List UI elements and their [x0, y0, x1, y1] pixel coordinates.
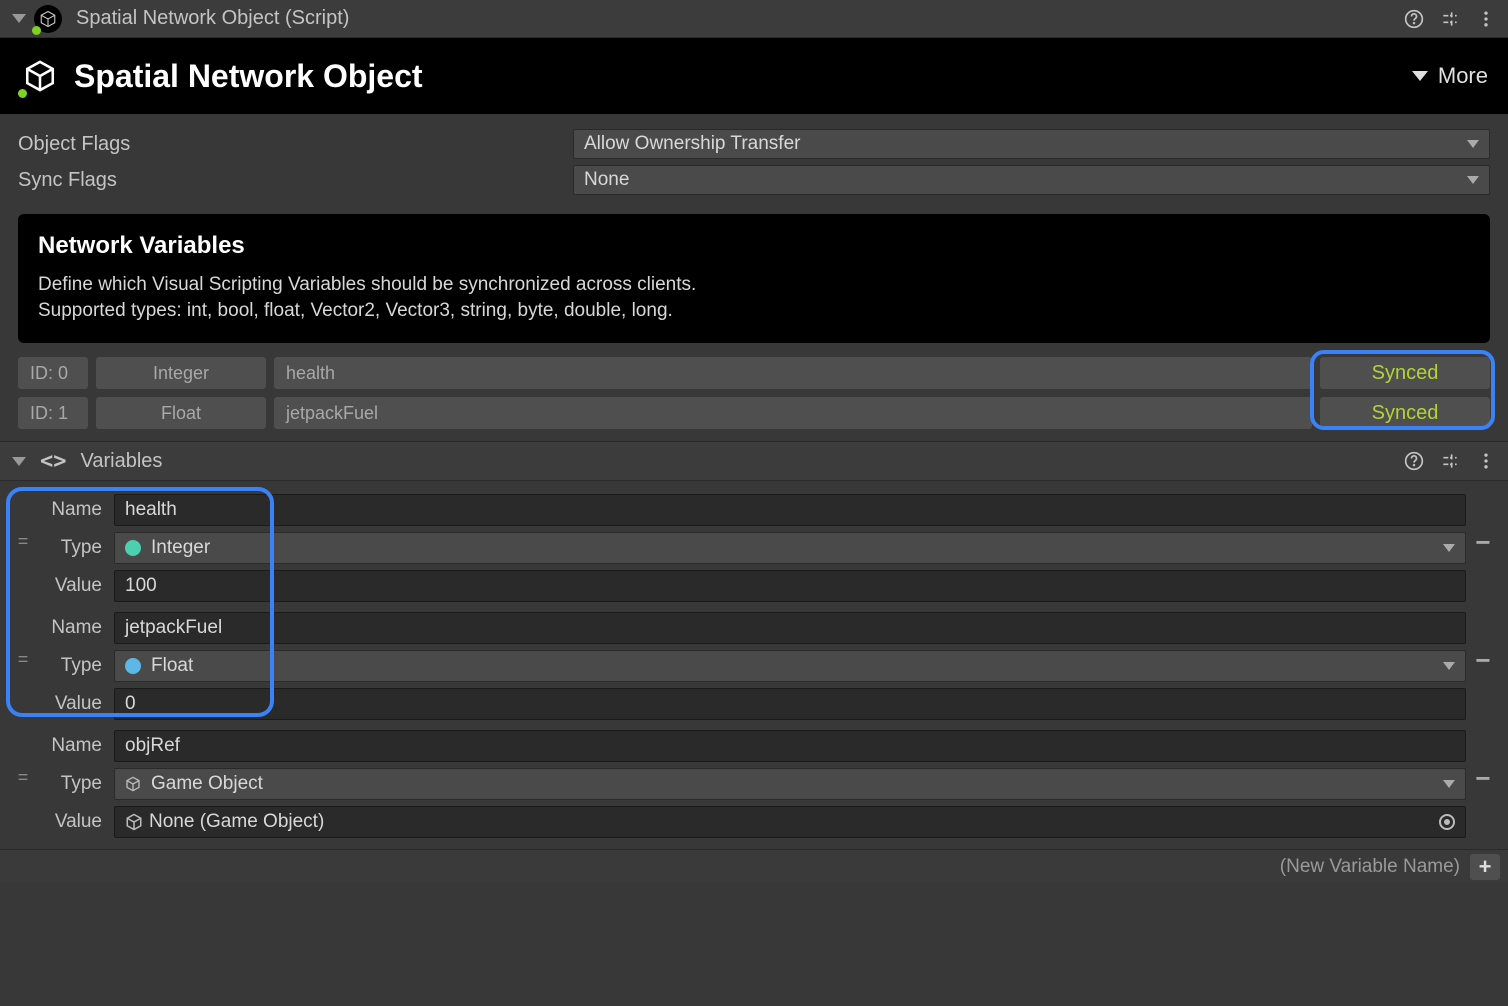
remove-variable-button[interactable]: − — [1466, 491, 1500, 558]
type-integer-icon — [125, 540, 141, 556]
var-name-input[interactable]: objRef — [114, 730, 1466, 762]
var-type-value: Game Object — [151, 773, 263, 795]
menu-icon[interactable] — [1476, 9, 1496, 29]
object-flags-label: Object Flags — [18, 133, 563, 156]
var-type-dropdown[interactable]: Float — [114, 650, 1466, 682]
object-flags-value: Allow Ownership Transfer — [584, 133, 800, 155]
netvar-status: Synced — [1320, 397, 1490, 429]
variables-header: <> Variables — [0, 441, 1508, 481]
network-variables-title: Network Variables — [38, 232, 1470, 260]
drag-handle-icon[interactable]: = — [8, 491, 38, 552]
netvar-status: Synced — [1320, 357, 1490, 389]
object-flags-dropdown[interactable]: Allow Ownership Transfer — [573, 129, 1490, 159]
network-variable-row: ID: 0 Integer health Synced — [18, 353, 1490, 393]
sync-flags-value: None — [584, 169, 629, 191]
menu-icon[interactable] — [1476, 451, 1496, 471]
netvar-name: health — [274, 357, 1312, 389]
script-icon — [34, 5, 62, 33]
variable-entry: = Name health Type Integer Value 100 − — [8, 491, 1500, 605]
var-name-input[interactable]: jetpackFuel — [114, 612, 1466, 644]
new-variable-placeholder[interactable]: (New Variable Name) — [1280, 856, 1460, 878]
var-value-input[interactable]: 100 — [114, 570, 1466, 602]
var-type-label: Type — [38, 655, 108, 677]
chevron-down-icon — [1443, 780, 1455, 788]
var-name-label: Name — [38, 735, 108, 757]
chevron-down-icon — [1467, 176, 1479, 184]
variable-entry: = Name objRef Type Game Object Value Non… — [8, 727, 1500, 841]
chevron-down-icon — [1412, 71, 1428, 81]
netvar-type: Integer — [96, 357, 266, 389]
var-value-input[interactable]: 0 — [114, 688, 1466, 720]
help-icon[interactable] — [1404, 451, 1424, 471]
title-icon — [20, 56, 60, 96]
chevron-down-icon — [1443, 662, 1455, 670]
var-name-input[interactable]: health — [114, 494, 1466, 526]
var-value-label: Value — [38, 811, 108, 833]
sync-flags-dropdown[interactable]: None — [573, 165, 1490, 195]
drag-handle-icon[interactable]: = — [8, 727, 38, 788]
chevron-down-icon — [1467, 140, 1479, 148]
component-header-title: Spatial Network Object (Script) — [76, 7, 1404, 30]
network-variables-list: ID: 0 Integer health Synced ID: 1 Float … — [0, 353, 1508, 441]
var-value-text: None (Game Object) — [149, 811, 324, 833]
preset-icon[interactable] — [1440, 9, 1460, 29]
network-variables-desc-1: Define which Visual Scripting Variables … — [38, 272, 1470, 298]
sync-flags-label: Sync Flags — [18, 169, 563, 192]
more-label: More — [1438, 63, 1488, 89]
object-picker-icon[interactable] — [1439, 814, 1455, 830]
component-header: Spatial Network Object (Script) — [0, 0, 1508, 38]
remove-variable-button[interactable]: − — [1466, 609, 1500, 676]
var-type-dropdown[interactable]: Game Object — [114, 768, 1466, 800]
var-value-objectref[interactable]: None (Game Object) — [114, 806, 1466, 838]
preset-icon[interactable] — [1440, 451, 1460, 471]
title-band: Spatial Network Object More — [0, 38, 1508, 114]
type-gameobject-icon — [125, 776, 141, 792]
variables-footer: (New Variable Name) + — [0, 849, 1508, 883]
remove-variable-button[interactable]: − — [1466, 727, 1500, 794]
var-value-label: Value — [38, 575, 108, 597]
gameobject-icon — [125, 813, 143, 831]
var-type-value: Integer — [151, 537, 210, 559]
chevron-down-icon — [1443, 544, 1455, 552]
var-type-label: Type — [38, 537, 108, 559]
more-dropdown[interactable]: More — [1412, 63, 1488, 89]
network-variable-row: ID: 1 Float jetpackFuel Synced — [18, 393, 1490, 433]
network-variables-desc-2: Supported types: int, bool, float, Vecto… — [38, 298, 1470, 324]
code-icon: <> — [40, 449, 67, 474]
variables-title: Variables — [81, 450, 1405, 473]
help-icon[interactable] — [1404, 9, 1424, 29]
add-variable-button[interactable]: + — [1470, 854, 1500, 880]
foldout-arrow-icon[interactable] — [12, 457, 26, 466]
netvar-id: ID: 0 — [18, 357, 88, 389]
netvar-name: jetpackFuel — [274, 397, 1312, 429]
network-variables-box: Network Variables Define which Visual Sc… — [18, 214, 1490, 343]
var-type-value: Float — [151, 655, 193, 677]
drag-handle-icon[interactable]: = — [8, 609, 38, 670]
var-value-label: Value — [38, 693, 108, 715]
netvar-id: ID: 1 — [18, 397, 88, 429]
type-float-icon — [125, 658, 141, 674]
page-title: Spatial Network Object — [74, 58, 1412, 95]
variable-entry: = Name jetpackFuel Type Float Value 0 − — [8, 609, 1500, 723]
properties-panel: Object Flags Allow Ownership Transfer Sy… — [0, 114, 1508, 202]
var-type-dropdown[interactable]: Integer — [114, 532, 1466, 564]
var-type-label: Type — [38, 773, 108, 795]
netvar-type: Float — [96, 397, 266, 429]
foldout-arrow-icon[interactable] — [12, 14, 26, 23]
var-name-label: Name — [38, 499, 108, 521]
variables-body: = Name health Type Integer Value 100 − = — [0, 481, 1508, 849]
var-name-label: Name — [38, 617, 108, 639]
